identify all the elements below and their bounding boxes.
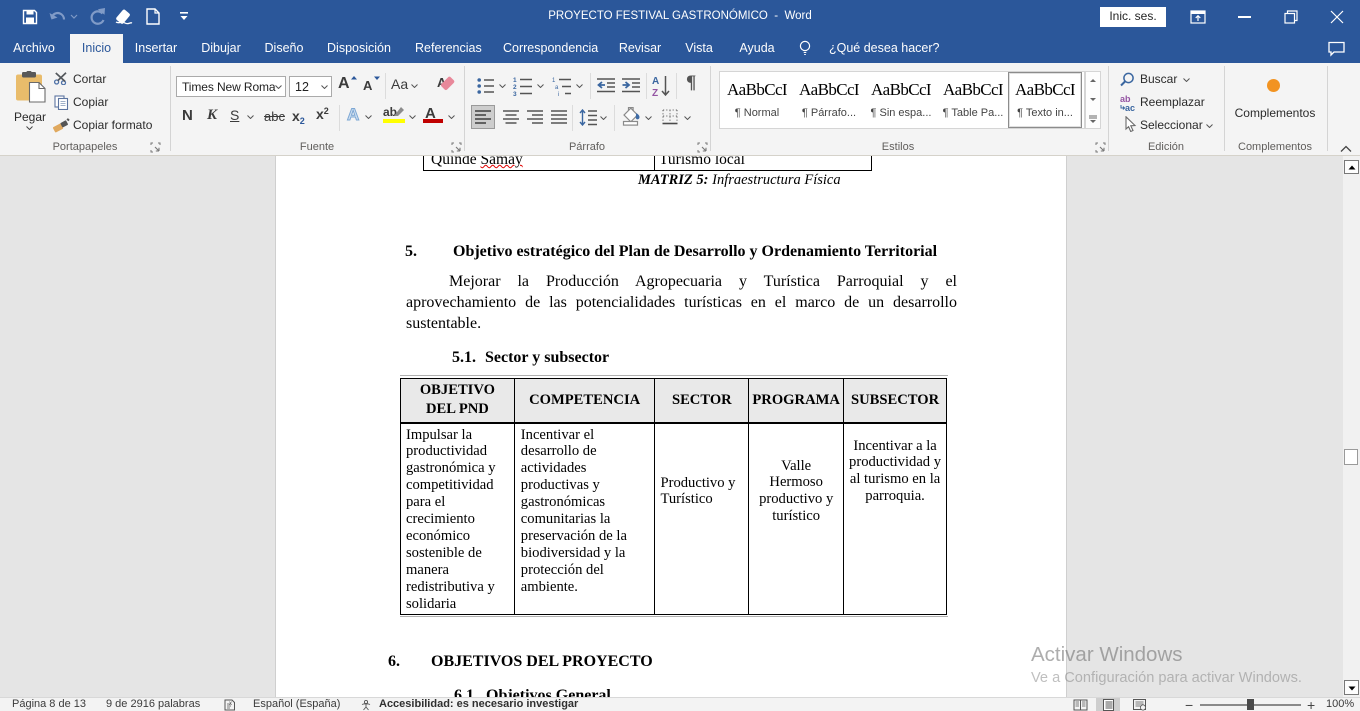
svg-text:1: 1 [513, 77, 517, 84]
svg-text:3: 3 [513, 91, 517, 96]
svg-text:Z: Z [652, 88, 658, 97]
svg-text:i: i [558, 92, 559, 96]
svg-text:x: x [229, 701, 232, 707]
svg-text:2: 2 [513, 84, 517, 91]
svg-text:1: 1 [552, 78, 556, 84]
svg-text:A: A [652, 76, 659, 87]
svg-text:a: a [555, 85, 559, 91]
svg-text:ac: ac [1125, 103, 1135, 112]
